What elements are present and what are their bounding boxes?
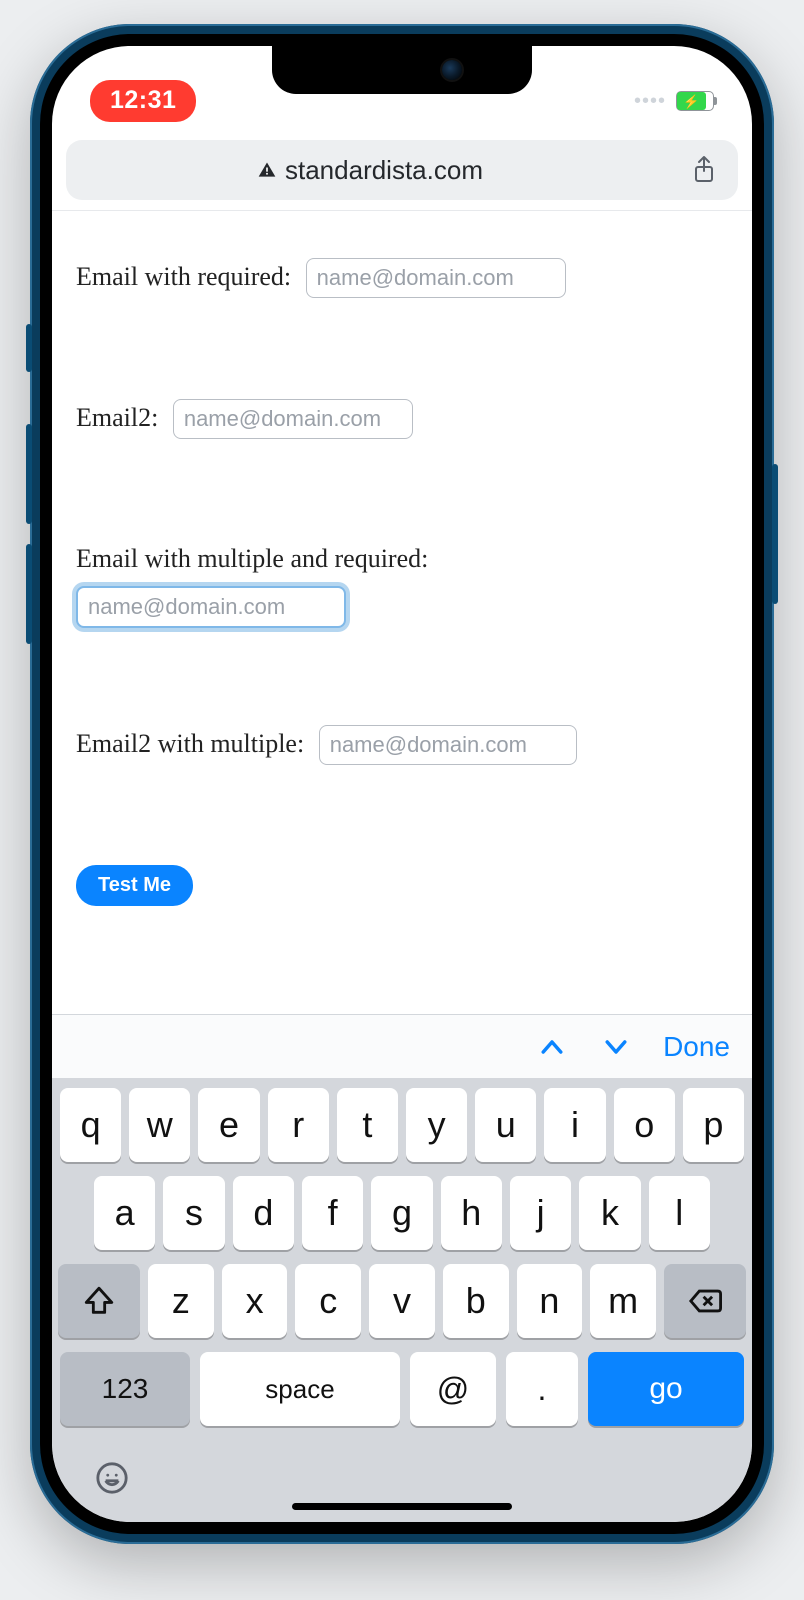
email2-multiple-label: Email2 with multiple: bbox=[76, 729, 304, 758]
key-f[interactable]: f bbox=[302, 1176, 363, 1250]
email-multiple-required-label: Email with multiple and required: bbox=[76, 544, 428, 573]
key-c[interactable]: c bbox=[295, 1264, 361, 1338]
email2-input[interactable] bbox=[173, 399, 413, 439]
next-field-button[interactable] bbox=[599, 1030, 633, 1064]
key-q[interactable]: q bbox=[60, 1088, 121, 1162]
key-l[interactable]: l bbox=[649, 1176, 710, 1250]
key-u[interactable]: u bbox=[475, 1088, 536, 1162]
share-button[interactable] bbox=[684, 150, 724, 190]
test-me-button[interactable]: Test Me bbox=[76, 865, 193, 906]
key-r[interactable]: r bbox=[268, 1088, 329, 1162]
key-g[interactable]: g bbox=[371, 1176, 432, 1250]
home-indicator[interactable] bbox=[292, 1503, 512, 1510]
key-e[interactable]: e bbox=[198, 1088, 259, 1162]
key-a[interactable]: a bbox=[94, 1176, 155, 1250]
key-v[interactable]: v bbox=[369, 1264, 435, 1338]
key-z[interactable]: z bbox=[148, 1264, 214, 1338]
key-m[interactable]: m bbox=[590, 1264, 656, 1338]
previous-field-button[interactable] bbox=[535, 1030, 569, 1064]
front-camera bbox=[442, 60, 462, 80]
email-required-label: Email with required: bbox=[76, 262, 291, 291]
address-bar[interactable]: standardista.com bbox=[66, 140, 738, 200]
key-h[interactable]: h bbox=[441, 1176, 502, 1250]
key-p[interactable]: p bbox=[683, 1088, 744, 1162]
page-content: Email with required: Email2: Email with … bbox=[52, 211, 752, 1014]
email2-multiple-input[interactable] bbox=[319, 725, 577, 765]
key-y[interactable]: y bbox=[406, 1088, 467, 1162]
email2-label: Email2: bbox=[76, 403, 158, 432]
on-screen-keyboard: qwertyuiop asdfghjkl zxcvbnm 123 space @… bbox=[52, 1078, 752, 1522]
keyboard-done-button[interactable]: Done bbox=[663, 1031, 730, 1063]
device-notch bbox=[272, 46, 532, 94]
at-key[interactable]: @ bbox=[410, 1352, 496, 1426]
emoji-keyboard-button[interactable] bbox=[92, 1458, 132, 1498]
go-key[interactable]: go bbox=[588, 1352, 744, 1426]
key-d[interactable]: d bbox=[233, 1176, 294, 1250]
key-n[interactable]: n bbox=[517, 1264, 583, 1338]
numbers-key[interactable]: 123 bbox=[60, 1352, 190, 1426]
mute-switch[interactable] bbox=[26, 324, 32, 372]
url-text: standardista.com bbox=[285, 155, 483, 186]
power-button[interactable] bbox=[772, 464, 778, 604]
email-required-input[interactable] bbox=[306, 258, 566, 298]
key-b[interactable]: b bbox=[443, 1264, 509, 1338]
dot-key[interactable]: . bbox=[506, 1352, 578, 1426]
key-t[interactable]: t bbox=[337, 1088, 398, 1162]
key-w[interactable]: w bbox=[129, 1088, 190, 1162]
space-key[interactable]: space bbox=[200, 1352, 400, 1426]
shift-key[interactable] bbox=[58, 1264, 140, 1338]
volume-down-button[interactable] bbox=[26, 544, 32, 644]
volume-up-button[interactable] bbox=[26, 424, 32, 524]
key-s[interactable]: s bbox=[163, 1176, 224, 1250]
key-k[interactable]: k bbox=[579, 1176, 640, 1250]
email-multiple-required-input[interactable] bbox=[76, 586, 346, 628]
cellular-signal-icon: •••• bbox=[634, 90, 666, 113]
key-o[interactable]: o bbox=[614, 1088, 675, 1162]
key-i[interactable]: i bbox=[544, 1088, 605, 1162]
key-x[interactable]: x bbox=[222, 1264, 288, 1338]
keyboard-accessory-bar: Done bbox=[52, 1014, 752, 1078]
battery-charging-icon: ⚡ bbox=[676, 91, 714, 111]
backspace-key[interactable] bbox=[664, 1264, 746, 1338]
time-recording-pill[interactable]: 12:31 bbox=[90, 80, 196, 122]
not-secure-warning-icon bbox=[257, 160, 277, 180]
key-j[interactable]: j bbox=[510, 1176, 571, 1250]
